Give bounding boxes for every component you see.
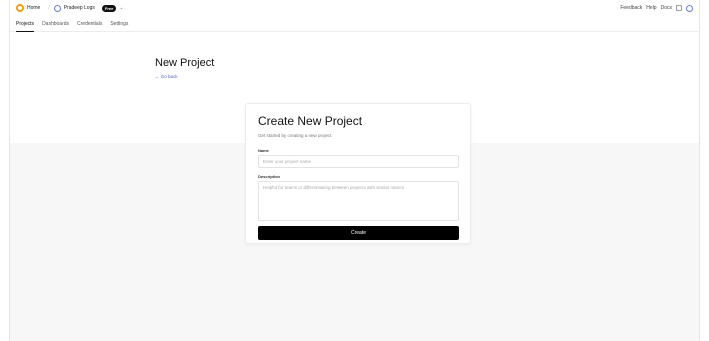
feedback-link[interactable]: Feedback bbox=[620, 5, 642, 11]
project-name-input[interactable]: Enter your project name bbox=[258, 155, 459, 168]
plan-badge: Free bbox=[101, 4, 117, 12]
tab-credentials[interactable]: Credentials bbox=[77, 16, 102, 32]
layout-icon[interactable] bbox=[676, 5, 682, 11]
card-subtitle: Get started by creating a new project bbox=[258, 133, 332, 138]
tab-settings[interactable]: Settings bbox=[110, 16, 128, 32]
help-link[interactable]: Help bbox=[646, 5, 656, 11]
nav-tabs: Projects Dashboards Credentials Settings bbox=[10, 16, 699, 32]
app-logo-icon[interactable] bbox=[16, 4, 24, 12]
card-title: Create New Project bbox=[258, 114, 363, 128]
org-name[interactable]: Pradeep Logs bbox=[64, 5, 95, 11]
create-button[interactable]: Create bbox=[258, 226, 459, 240]
create-project-card: Create New Project Get started by creati… bbox=[245, 103, 471, 244]
org-icon bbox=[53, 4, 61, 12]
name-label: Name bbox=[258, 148, 269, 153]
header-links: Feedback Help Docs bbox=[620, 4, 693, 12]
home-link[interactable]: Home bbox=[27, 5, 40, 11]
chevron-down-icon[interactable]: ⌄ bbox=[119, 5, 123, 11]
description-textarea[interactable]: Helpful for teams or differentiating bet… bbox=[258, 181, 459, 221]
breadcrumb-separator: / bbox=[48, 5, 50, 11]
top-bar: Home / Pradeep Logs Free ⌄ Feedback Help… bbox=[10, 0, 699, 16]
avatar[interactable] bbox=[686, 4, 693, 12]
page-title: New Project bbox=[155, 57, 215, 69]
go-back-link[interactable]: ← Go back bbox=[155, 74, 178, 79]
tab-projects[interactable]: Projects bbox=[16, 16, 35, 32]
docs-link[interactable]: Docs bbox=[661, 5, 672, 11]
tab-dashboards[interactable]: Dashboards bbox=[42, 16, 69, 32]
description-label: Description bbox=[258, 174, 281, 179]
app-frame: Home / Pradeep Logs Free ⌄ Feedback Help… bbox=[9, 0, 700, 341]
